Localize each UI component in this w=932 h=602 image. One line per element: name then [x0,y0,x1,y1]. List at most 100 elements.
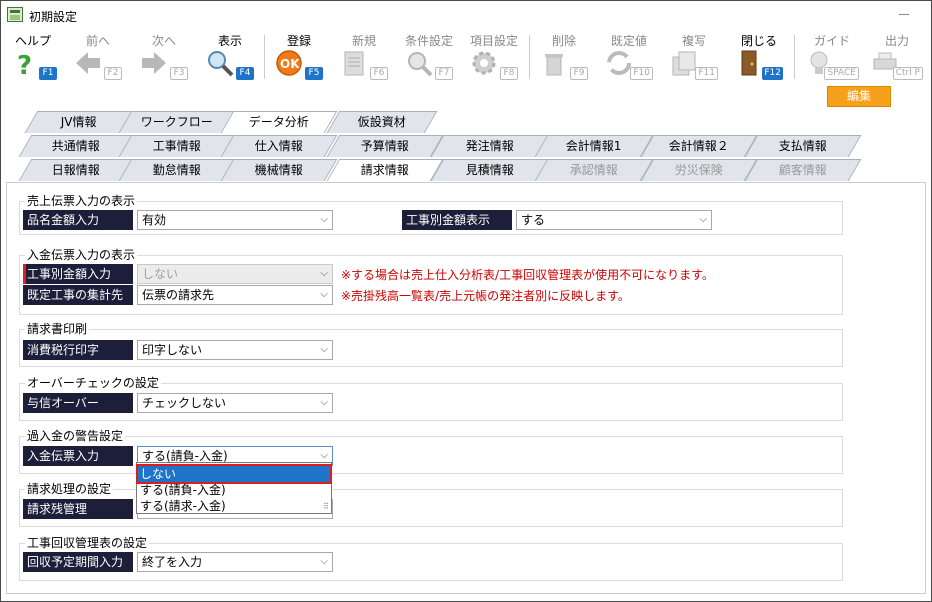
dropdown-option[interactable]: しない [136,464,332,484]
payment-slip-dropdown-list: しない する(請負-入金) する(請求-入金) ⠿ [136,462,332,514]
collection-period-label: 回収予定期間入力 [23,552,133,572]
tab-row-1: JV情報 ワークフロー データ分析 仮設資材 [1,111,931,133]
by-work-amount-display-label: 工事別金額表示 [402,210,512,230]
chevron-down-icon: ⌵ [320,344,328,355]
tab-purchase[interactable]: 仕入情報 [220,135,338,157]
tab-attendance[interactable]: 勤怠情報 [118,159,236,181]
tab-strip: JV情報 ワークフロー データ分析 仮設資材 共通情報 工事情報 仕入情報 予算… [1,109,931,183]
tab-machinery[interactable]: 機械情報 [220,159,338,181]
collection-period-select[interactable]: 終了を入力 ⌵ [137,552,333,572]
tab-row-3: 日報情報 勤怠情報 機械情報 請求情報 見積情報 承認情報 労災保険 顧客情報 [1,159,931,181]
existing-work-aggregation-label: 既定工事の集計先 [23,285,133,305]
by-work-warning-note: ※する場合は売上仕入分析表/工事回収管理表が使用不可になります。 [341,268,714,282]
tax-line-print-label: 消費税行印字 [23,340,133,360]
sales-slip-title: 売上伝票入力の表示 [25,192,138,209]
tax-line-print-select[interactable]: 印字しない ⌵ [137,340,333,360]
help-icon: ? [17,51,32,77]
tab-daily-report[interactable]: 日報情報 [18,159,134,181]
tab-labor-insurance[interactable]: 労災保険 [640,159,758,181]
collection-title: 工事回収管理表の設定 [25,534,150,551]
overpayment-title: 過入金の警告設定 [25,427,126,444]
by-work-amount-display-select[interactable]: する ⌵ [516,210,712,230]
existing-work-note: ※売掛残高一覧表/売上元帳の発注者別に反映します。 [341,289,630,303]
billing-balance-label: 請求残管理 [23,499,133,519]
tab-payment[interactable]: 支払情報 [744,135,862,157]
new-button[interactable]: 新規 F6 [334,29,394,83]
tab-accounting-2[interactable]: 会計情報２ [640,135,758,157]
billing-settings-panel: 売上伝票入力の表示 品名金額入力 有効 ⌵ 工事別金額表示 する ⌵ 入金伝票入力の… [6,182,926,594]
chevron-down-icon: ⌵ [320,556,328,567]
edit-button[interactable]: 編集 [827,86,891,107]
dropdown-option[interactable]: する(請負-入金) [138,482,330,498]
dropdown-option[interactable]: する(請求-入金) [138,498,330,514]
reset-icon [607,51,631,75]
tab-temporary-materials[interactable]: 仮設資材 [326,111,438,133]
gear-icon [472,51,496,75]
view-button[interactable]: 表示 F4 [200,29,260,83]
search-condition-icon [408,52,433,77]
prev-button[interactable]: 前へ F2 [68,29,128,83]
help-button[interactable]: ヘルプ ? F1 [3,29,63,83]
toolbar-separator [794,35,795,79]
arrow-right-icon [142,52,166,74]
tab-budget[interactable]: 予算情報 [326,135,444,157]
payment-slip-title: 入金伝票入力の表示 [25,246,138,263]
chevron-down-icon: ⌵ [320,397,328,408]
ok-icon: OK [276,50,302,76]
app-icon [7,7,23,22]
default-value-button[interactable]: 既定値 F10 [599,29,659,83]
register-button[interactable]: 登録 OK F5 [269,29,329,83]
toolbar: ヘルプ ? F1 前へ F2 次へ F3 表示 F4 登録 OK F5 新規 F… [1,29,931,83]
chevron-down-icon: ⌵ [320,214,328,225]
payment-slip-input-label: 入金伝票入力 [23,446,133,466]
tab-data-analysis[interactable]: データ分析 [220,111,338,133]
tab-accounting-1[interactable]: 会計情報1 [534,135,654,157]
item-amount-label: 品名金額入力 [23,210,133,230]
existing-work-aggregation-select[interactable]: 伝票の請求先 ⌵ [137,285,333,305]
tab-customer[interactable]: 顧客情報 [744,159,862,181]
tab-order[interactable]: 発注情報 [430,135,550,157]
tab-common[interactable]: 共通情報 [18,135,134,157]
magnifier-icon [208,51,234,77]
svg-text:?: ? [17,51,32,77]
output-button[interactable]: 出力 Ctrl P [865,29,929,83]
window-title: 初期設定 [29,10,78,24]
new-document-icon [344,51,364,76]
over-check-title: オーバーチェックの設定 [25,374,161,391]
toolbar-separator [264,35,265,79]
tab-workflow[interactable]: ワークフロー [118,111,236,133]
tab-estimate[interactable]: 見積情報 [430,159,550,181]
copy-icon [672,51,696,76]
tab-construction[interactable]: 工事情報 [118,135,236,157]
field-settings-button[interactable]: 項目設定 F8 [464,29,524,83]
invoice-print-title: 請求書印刷 [25,320,90,337]
by-work-amount-input-label: 工事別金額入力 [23,264,133,284]
next-button[interactable]: 次へ F3 [134,29,194,83]
toolbar-separator [529,35,530,79]
credit-over-label: 与信オーバー [23,393,133,413]
resize-grip-icon[interactable]: ⠿ [323,502,329,511]
credit-over-select[interactable]: チェックしない ⌵ [137,393,333,413]
title-bar: 初期設定 [1,1,931,29]
tab-row-2: 共通情報 工事情報 仕入情報 予算情報 発注情報 会計情報1 会計情報２ 支払情… [1,135,931,157]
tab-billing[interactable]: 請求情報 [326,159,444,181]
copy-button[interactable]: 複写 F11 [664,29,724,83]
condition-button[interactable]: 条件設定 F7 [399,29,459,83]
door-icon [741,50,757,76]
chevron-down-icon: ⌵ [320,289,328,300]
guide-button[interactable]: ガイド SPACE [799,29,865,83]
by-work-amount-input-select[interactable]: しない ⌵ [137,264,333,284]
minimize-button[interactable] [899,14,909,15]
arrow-left-icon [76,52,100,74]
close-button[interactable]: 閉じる F12 [729,29,789,83]
tab-approval[interactable]: 承認情報 [534,159,654,181]
chevron-down-icon: ⌵ [320,268,328,279]
trash-icon [545,54,563,76]
svg-text:OK: OK [280,57,300,71]
delete-button[interactable]: 削除 F9 [534,29,594,83]
billing-process-title: 請求処理の設定 [25,480,114,497]
item-amount-select[interactable]: 有効 ⌵ [137,210,333,230]
tab-jv[interactable]: JV情報 [24,111,134,133]
app-window: 初期設定 ヘルプ ? F1 前へ F2 次へ F3 表示 F4 登録 OK F5… [0,0,932,602]
chevron-down-icon: ⌵ [699,214,707,225]
